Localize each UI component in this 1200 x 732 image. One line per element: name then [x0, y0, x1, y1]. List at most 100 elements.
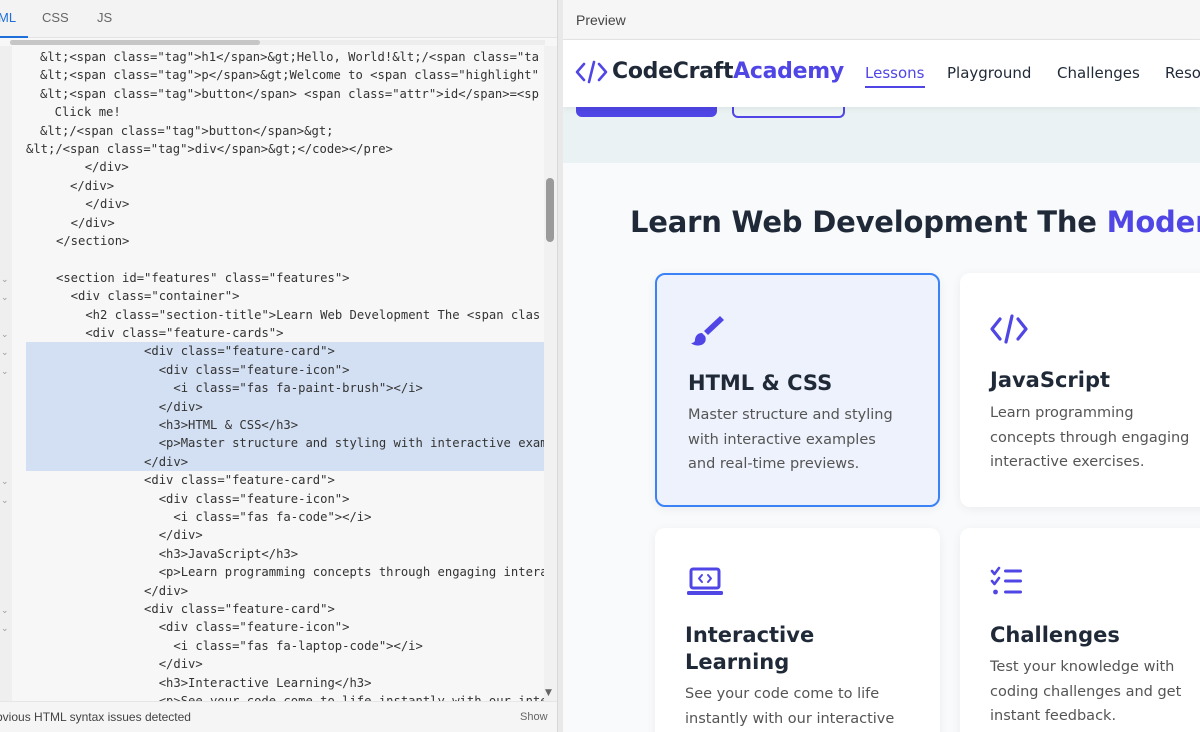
editor-tab-bar: ML CSS JS — [0, 0, 557, 38]
tab-css[interactable]: CSS — [42, 0, 69, 38]
code-line[interactable]: <div class="feature-card"> — [100, 471, 335, 489]
code-line[interactable]: </div> — [56, 195, 129, 213]
scroll-down-arrow-icon[interactable]: ▼ — [545, 688, 552, 698]
section-title: Learn Web Development The Modern — [630, 205, 1200, 239]
site-logo[interactable]: CodeCraftAcademy — [612, 59, 844, 84]
code-line[interactable]: <h3>JavaScript</h3> — [100, 545, 298, 563]
code-line[interactable]: </div> — [26, 397, 544, 416]
code-line[interactable]: <p>See your code come to life instantly … — [100, 692, 544, 701]
editor-gutter: ⌄ ⌄ ⌄ ⌄ ⌄ ⌄ ⌄ ⌄ ⌄ — [0, 46, 12, 701]
code-line[interactable]: <div class="feature-icon"> — [100, 618, 350, 636]
vertical-scrollbar-thumb[interactable] — [546, 178, 554, 242]
feature-card-javascript[interactable]: JavaScript Learn programming concepts th… — [960, 273, 1200, 507]
preview-header: Preview — [563, 0, 1200, 40]
code-line[interactable]: &lt;<span class="tag">h1</span>&gt;Hello… — [40, 48, 539, 66]
code-line[interactable]: <h2 class="section-title">Learn Web Deve… — [56, 306, 540, 324]
card-title: Challenges — [990, 623, 1120, 647]
card-description-line: and real-time previews. — [688, 456, 860, 472]
code-line[interactable]: <i class="fas fa-laptop-code"></i> — [100, 637, 423, 655]
card-description: See your code come to life instantly wit… — [685, 682, 894, 731]
code-line[interactable]: Click me! — [40, 103, 121, 121]
code-area[interactable]: &lt;<span class="tag">h1</span>&gt;Hello… — [12, 46, 544, 701]
fold-chevron-icon[interactable]: ⌄ — [1, 348, 9, 358]
code-line[interactable]: </div> — [26, 177, 114, 195]
card-description-line: coding challenges and get — [990, 683, 1182, 700]
code-line[interactable]: </div> — [56, 214, 115, 232]
fold-chevron-icon[interactable]: ⌄ — [1, 624, 9, 634]
card-description: Master structure and styling with intera… — [688, 403, 893, 477]
code-line[interactable]: &lt;/<span class="tag">div</span>&gt;</c… — [26, 140, 393, 158]
nav-link-lessons[interactable]: Lessons — [865, 64, 924, 82]
code-line[interactable]: <h3>Interactive Learning</h3> — [100, 674, 372, 692]
code-line[interactable]: <i class="fas fa-code"></i> — [100, 508, 371, 526]
card-title: Interactive Learning — [685, 622, 814, 676]
feature-card-html-css[interactable]: HTML & CSS Master structure and styling … — [655, 273, 940, 507]
fold-chevron-icon[interactable]: ⌄ — [1, 293, 9, 303]
fold-chevron-icon[interactable]: ⌄ — [1, 330, 9, 340]
card-description: Test your knowledge with coding challeng… — [990, 655, 1181, 729]
feature-card-challenges[interactable]: Challenges Test your knowledge with codi… — [960, 528, 1200, 732]
code-logo-icon — [575, 60, 608, 84]
card-description-line: Learn programming — [990, 405, 1134, 421]
feature-card-interactive-learning[interactable]: Interactive Learning See your code come … — [655, 528, 940, 732]
card-description-line: instant feedback. — [990, 708, 1117, 724]
code-line[interactable]: <section id="features" class="features"> — [56, 269, 350, 287]
code-line[interactable]: &lt;/<span class="tag">button</span>&gt; — [40, 122, 334, 140]
fold-chevron-icon[interactable]: ⌄ — [1, 367, 9, 377]
card-title-line: Learning — [685, 650, 790, 674]
fold-chevron-icon[interactable]: ⌄ — [1, 275, 9, 285]
code-line[interactable]: &lt;<span class="tag">p</span>&gt;Welcom… — [40, 66, 539, 84]
logo-primary-text: CodeCraft — [612, 59, 734, 84]
code-editor-pane: ML CSS JS ⌄ ⌄ ⌄ ⌄ ⌄ ⌄ ⌄ ⌄ ⌄ &lt;<span class="tag… — [0, 0, 557, 732]
nav-link-resources[interactable]: Reso — [1165, 64, 1200, 82]
code-icon — [990, 314, 1028, 344]
vertical-scrollbar-track[interactable] — [544, 46, 557, 701]
logo-accent-text: Academy — [733, 59, 844, 84]
site-navbar: CodeCraftAcademy Lessons Playground Chal… — [563, 40, 1200, 107]
nav-link-challenges[interactable]: Challenges — [1057, 64, 1140, 82]
section-title-accent: Modern — [1106, 205, 1200, 239]
active-nav-underline — [865, 86, 925, 88]
card-description-line: interactive exercises. — [990, 454, 1145, 470]
laptop-code-icon — [687, 567, 723, 595]
card-description-line: with interactive examples — [688, 431, 876, 448]
tab-html[interactable]: ML — [0, 0, 28, 38]
status-message: bvious HTML syntax issues detected — [0, 710, 191, 724]
code-line[interactable]: </div> — [100, 526, 203, 544]
fold-chevron-icon[interactable]: ⌄ — [1, 496, 9, 506]
code-line[interactable]: <div class="feature-card"> — [100, 600, 335, 618]
card-title-line: Interactive — [685, 623, 815, 647]
code-line[interactable]: </div> — [26, 452, 544, 472]
code-line[interactable]: <h3>HTML & CSS</h3> — [26, 416, 544, 435]
hero-secondary-button[interactable] — [732, 107, 845, 118]
preview-title: Preview — [576, 12, 626, 28]
code-line[interactable]: <div class="feature-icon"> — [26, 360, 544, 380]
code-line[interactable]: <i class="fas fa-paint-brush"></i> — [26, 379, 544, 398]
card-description: Learn programming concepts through engag… — [990, 401, 1189, 475]
code-line[interactable]: &lt;<span class="tag">button</span> <spa… — [40, 85, 539, 103]
code-line[interactable]: </div> — [100, 655, 203, 673]
code-line[interactable]: <div class="feature-cards"> — [56, 324, 283, 342]
hero-section-bottom — [563, 107, 1200, 163]
code-line[interactable]: <div class="feature-icon"> — [100, 490, 350, 508]
code-line[interactable]: </div> — [100, 582, 188, 600]
code-line[interactable]: </section> — [56, 232, 129, 250]
code-line[interactable]: </div> — [26, 158, 129, 176]
nav-link-playground[interactable]: Playground — [947, 64, 1031, 82]
code-line[interactable]: <p>Master structure and styling with int… — [26, 434, 544, 453]
fold-chevron-icon[interactable]: ⌄ — [1, 606, 9, 616]
card-description-line: instantly with our interactive — [685, 710, 895, 727]
horizontal-scrollbar-thumb[interactable] — [10, 40, 260, 45]
show-issues-button[interactable]: Show — [520, 711, 548, 723]
tasks-icon — [990, 566, 1022, 595]
code-line[interactable]: <div class="feature-card"> — [26, 342, 544, 361]
code-line[interactable]: <p>Learn programming concepts through en… — [100, 563, 544, 581]
card-title: HTML & CSS — [688, 371, 833, 395]
code-line[interactable]: <div class="container"> — [56, 287, 240, 305]
card-description-line: concepts through engaging — [990, 429, 1190, 446]
hero-primary-button[interactable] — [576, 107, 717, 117]
card-title: JavaScript — [990, 368, 1111, 392]
fold-chevron-icon[interactable]: ⌄ — [1, 477, 9, 487]
tab-js[interactable]: JS — [97, 0, 112, 38]
status-bar: bvious HTML syntax issues detected Show — [0, 701, 557, 732]
